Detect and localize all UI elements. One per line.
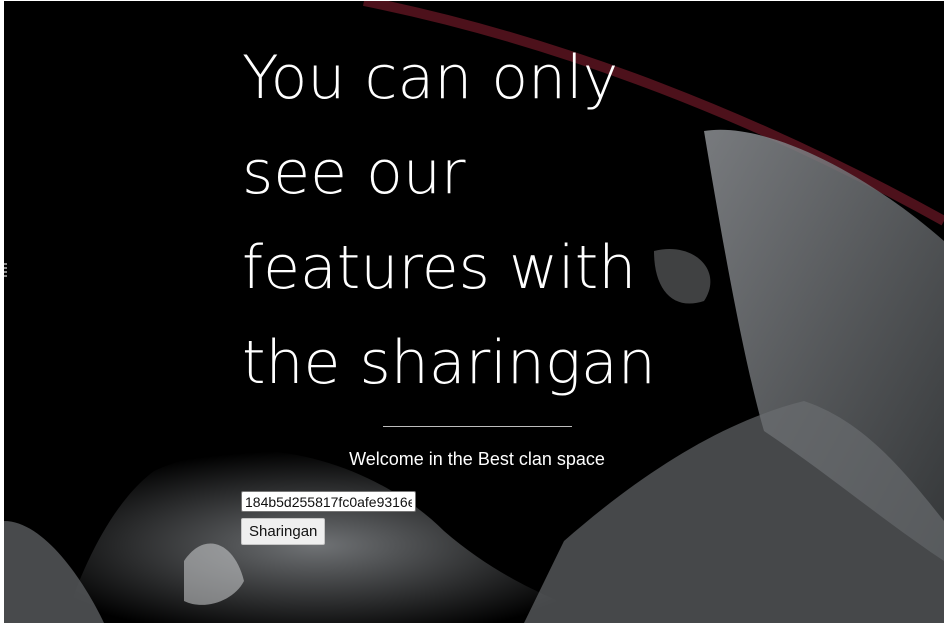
divider (383, 426, 572, 427)
hero-heading: You can only see our features with the s… (242, 31, 722, 411)
hero-line: see our (242, 138, 466, 208)
hero-line: You can only (242, 43, 619, 113)
sharingan-button[interactable]: Sharingan (241, 518, 326, 545)
page-background: You can only see our features with the s… (4, 1, 944, 623)
resize-handle (4, 263, 7, 279)
token-input[interactable] (241, 491, 416, 512)
hero-line: features with (242, 233, 637, 303)
welcome-subtitle: Welcome in the Best clan space (349, 449, 605, 469)
hero-line: the sharingan (242, 328, 656, 398)
